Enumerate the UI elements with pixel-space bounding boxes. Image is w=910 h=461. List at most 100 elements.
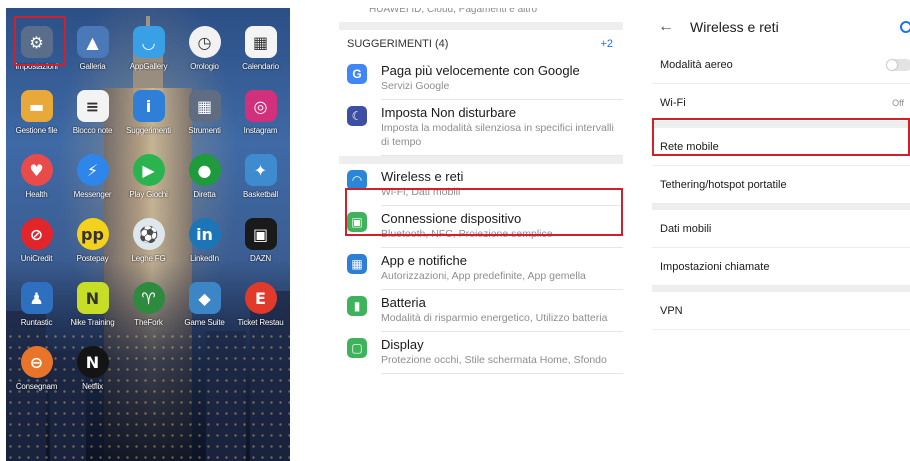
- settings-item[interactable]: ▢ Display Protezione occhi, Stile schermat…: [339, 332, 623, 374]
- account-row-partial[interactable]: HUAWEI ID, Cloud, Pagamenti e altro: [339, 8, 623, 22]
- highlight-mobile-network-row: [652, 118, 910, 156]
- app-label: Instagram: [243, 126, 278, 135]
- health-icon: ♥: [20, 154, 53, 186]
- settings-item-text: Paga più velocemente con Google Servizi G…: [381, 58, 623, 100]
- app-clock[interactable]: ◷ Orologio: [176, 18, 233, 82]
- calendar-icon: ▦: [244, 26, 277, 58]
- row-label: Wi-Fi: [660, 96, 686, 109]
- folder-icon: ▬: [20, 90, 53, 122]
- app-label: Play Giochi: [129, 190, 168, 199]
- airplane-mode-toggle[interactable]: [886, 58, 910, 71]
- settings-item-subtitle: Autorizzazioni, App predefinite, App gem…: [381, 270, 586, 282]
- highlight-settings-app: [14, 16, 66, 66]
- home-screen: ⚙ Impostazioni ▲ Galleria ◡ AppGallery ◷ Orolog…: [6, 8, 290, 461]
- settings-item-subtitle: Protezione occhi, Stile schermata Home, …: [381, 354, 607, 366]
- row-tethering[interactable]: Tethering/hotspot portatile: [652, 166, 910, 204]
- app-instagram[interactable]: ◎ Instagram: [232, 82, 289, 146]
- settings-item-title: App e notifiche: [381, 253, 468, 268]
- row-wifi[interactable]: Wi-Fi Off: [652, 84, 910, 122]
- app-label: AppGallery: [129, 62, 168, 71]
- row-mobile-data[interactable]: Dati mobili: [652, 210, 910, 248]
- diretta-icon: ●: [188, 154, 221, 186]
- app-folder[interactable]: ▬ Gestione file: [8, 82, 65, 146]
- settings-item[interactable]: ▦ App e notifiche Autorizzazioni, App pred…: [339, 248, 623, 290]
- search-icon[interactable]: [900, 21, 910, 33]
- app-unicredit[interactable]: ⊘ UniCredit: [8, 210, 65, 274]
- settings-item-subtitle: Servizi Google: [381, 80, 450, 92]
- app-label: Consegnam: [15, 382, 58, 391]
- section-divider: [339, 156, 623, 164]
- app-diretta[interactable]: ● Diretta: [176, 146, 233, 210]
- runtastic-icon: ♟: [20, 282, 53, 314]
- moon-icon: ☾: [347, 106, 367, 126]
- section-divider: [339, 22, 623, 30]
- app-appgallery[interactable]: ◡ AppGallery: [120, 18, 177, 82]
- app-play-games[interactable]: ▶ Play Giochi: [120, 146, 177, 210]
- back-arrow-icon[interactable]: ←: [658, 18, 674, 36]
- linkedin-icon: in: [188, 218, 221, 250]
- wireless-screen: ← Wireless e reti Modalità aereo Wi-Fi O…: [652, 8, 910, 461]
- app-postepay[interactable]: pp Postepay: [64, 210, 121, 274]
- settings-item-title: Imposta Non disturbare: [381, 105, 517, 120]
- app-label: Health: [25, 190, 48, 199]
- row-airplane-mode[interactable]: Modalità aereo: [652, 46, 910, 84]
- clock-icon: ◷: [188, 26, 221, 58]
- app-fantacalcio[interactable]: ⚽ Leghe FG: [120, 210, 177, 274]
- settings-item-title: Wireless e reti: [381, 169, 464, 184]
- app-label: Messenger: [73, 190, 112, 199]
- settings-item-title: Paga più velocemente con Google: [381, 63, 580, 78]
- app-game-suite[interactable]: ◆ Game Suite: [176, 274, 233, 338]
- app-health[interactable]: ♥ Health: [8, 146, 65, 210]
- app-label: UniCredit: [20, 254, 53, 263]
- app-label: Nike Training: [70, 318, 115, 327]
- app-messenger[interactable]: ⚡ Messenger: [64, 146, 121, 210]
- netflix-icon: N: [76, 346, 109, 378]
- app-thefork[interactable]: ♈ TheFork: [120, 274, 177, 338]
- app-label: Leghe FG: [131, 254, 166, 263]
- app-label: Gestione file: [15, 126, 58, 135]
- page-title: Wireless e reti: [690, 19, 779, 35]
- app-consegna[interactable]: ⊖ Consegnam: [8, 338, 65, 402]
- play-games-icon: ▶: [132, 154, 165, 186]
- app-gallery[interactable]: ▲ Galleria: [64, 18, 121, 82]
- app-ticket[interactable]: E Ticket Restau: [232, 274, 289, 338]
- settings-item[interactable]: ☾ Imposta Non disturbare Imposta la modali…: [339, 100, 623, 156]
- app-runtastic[interactable]: ♟ Runtastic: [8, 274, 65, 338]
- fantacalcio-icon: ⚽: [132, 218, 165, 250]
- app-label: Diretta: [193, 190, 216, 199]
- settings-item-title: Batteria: [381, 295, 426, 310]
- app-nike-training[interactable]: N Nike Training: [64, 274, 121, 338]
- app-label: Calendario: [242, 62, 279, 71]
- thefork-icon: ♈: [132, 282, 165, 314]
- settings-item-text: Display Protezione occhi, Stile schermata…: [381, 332, 623, 374]
- tools-icon: ▦: [188, 90, 221, 122]
- app-label: Ticket Restau: [237, 318, 284, 327]
- header: ← Wireless e reti: [652, 8, 910, 46]
- highlight-wireless-row: [345, 188, 623, 236]
- suggestions-more-button[interactable]: +2: [600, 38, 613, 50]
- app-label: Netflix: [82, 382, 103, 391]
- app-tips[interactable]: i Suggerimenti: [120, 82, 177, 146]
- consegna-icon: ⊖: [20, 346, 53, 378]
- app-label: DAZN: [250, 254, 271, 263]
- app-label: LinkedIn: [190, 254, 219, 263]
- app-netflix[interactable]: N Netflix: [64, 338, 121, 402]
- row-label: Dati mobili: [660, 222, 712, 235]
- app-notepad[interactable]: ≡ Blocco note: [64, 82, 121, 146]
- wifi-status: Off: [892, 97, 904, 108]
- app-tools[interactable]: ▦ Strumenti: [176, 82, 233, 146]
- app-basketball[interactable]: ✦ Basketball: [232, 146, 289, 210]
- row-label: Impostazioni chiamate: [660, 260, 770, 273]
- app-label: Strumenti: [188, 126, 221, 135]
- settings-item[interactable]: ▮ Batteria Modalità di risparmio energetic…: [339, 290, 623, 332]
- settings-item[interactable]: G Paga più velocemente con Google Servizi …: [339, 58, 623, 100]
- appgallery-icon: ◡: [132, 26, 165, 58]
- display-icon: ▢: [347, 338, 367, 358]
- app-linkedin[interactable]: in LinkedIn: [176, 210, 233, 274]
- row-vpn[interactable]: VPN: [652, 292, 910, 330]
- row-call-settings[interactable]: Impostazioni chiamate: [652, 248, 910, 286]
- settings-item-text: Imposta Non disturbare Imposta la modalit…: [381, 100, 623, 156]
- tips-icon: i: [132, 90, 165, 122]
- app-dazn[interactable]: ▣ DAZN: [232, 210, 289, 274]
- app-calendar[interactable]: ▦ Calendario: [232, 18, 289, 82]
